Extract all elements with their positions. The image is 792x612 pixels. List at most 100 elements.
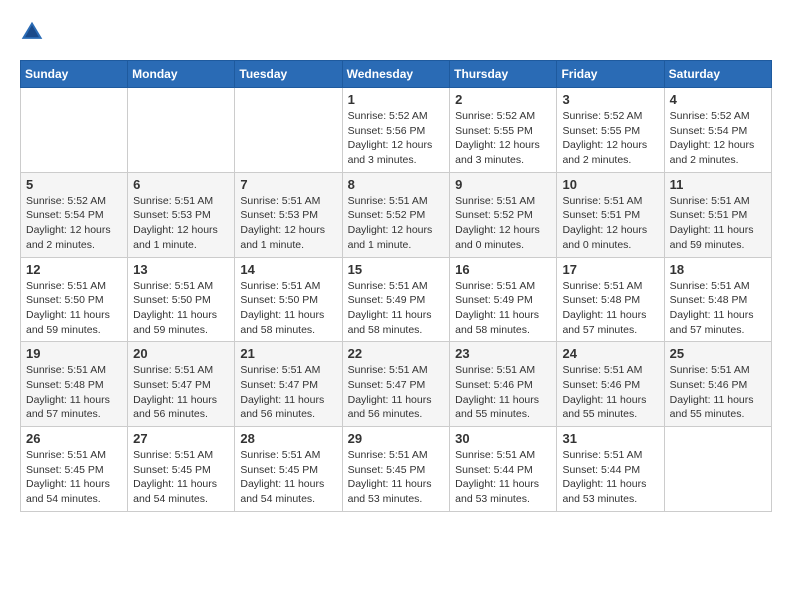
calendar-cell: 31Sunrise: 5:51 AM Sunset: 5:44 PM Dayli… — [557, 427, 664, 512]
cell-daylight-info: Sunrise: 5:52 AM Sunset: 5:56 PM Dayligh… — [348, 109, 445, 168]
day-number: 3 — [562, 92, 658, 107]
logo-icon — [20, 20, 44, 44]
calendar-cell: 3 Sunrise: 5:52 AM Sunset: 5:55 PM Daylig… — [557, 88, 664, 173]
cell-daylight-info: Sunrise: 5:52 AM Sunset: 5:55 PM Dayligh… — [562, 109, 658, 168]
cell-daylight-info: Sunrise: 5:51 AM Sunset: 5:45 PM Dayligh… — [348, 448, 445, 507]
calendar-cell: 5Sunrise: 5:52 AM Sunset: 5:54 PM Daylig… — [21, 172, 128, 257]
calendar-header-row: SundayMondayTuesdayWednesdayThursdayFrid… — [21, 61, 772, 88]
calendar-cell: 19 Sunrise: 5:51 AM Sunset: 5:48 PM Dayli… — [21, 342, 128, 427]
cell-daylight-info: Sunrise: 5:51 AM Sunset: 5:49 PM Dayligh… — [455, 279, 551, 338]
calendar-cell: 29 Sunrise: 5:51 AM Sunset: 5:45 PM Dayli… — [342, 427, 450, 512]
day-number: 8 — [348, 177, 445, 192]
day-number: 23 — [455, 346, 551, 361]
weekday-header: Thursday — [450, 61, 557, 88]
day-number: 22 — [348, 346, 445, 361]
day-number: 25 — [670, 346, 766, 361]
calendar-cell: 15 Sunrise: 5:51 AM Sunset: 5:49 PM Dayli… — [342, 257, 450, 342]
cell-daylight-info: Sunrise: 5:51 AM Sunset: 5:48 PM Dayligh… — [26, 363, 122, 422]
cell-daylight-info: Sunrise: 5:51 AM Sunset: 5:50 PM Dayligh… — [26, 279, 122, 338]
cell-daylight-info: Sunrise: 5:51 AM Sunset: 5:46 PM Dayligh… — [562, 363, 658, 422]
day-number: 24 — [562, 346, 658, 361]
cell-daylight-info: Sunrise: 5:52 AM Sunset: 5:54 PM Dayligh… — [26, 194, 122, 253]
cell-daylight-info: Sunrise: 5:51 AM Sunset: 5:52 PM Dayligh… — [455, 194, 551, 253]
day-number: 29 — [348, 431, 445, 446]
calendar-week-row: 5Sunrise: 5:52 AM Sunset: 5:54 PM Daylig… — [21, 172, 772, 257]
cell-daylight-info: Sunrise: 5:51 AM Sunset: 5:47 PM Dayligh… — [348, 363, 445, 422]
calendar-cell: 14 Sunrise: 5:51 AM Sunset: 5:50 PM Dayli… — [235, 257, 342, 342]
day-number: 17 — [562, 262, 658, 277]
calendar-cell: 9 Sunrise: 5:51 AM Sunset: 5:52 PM Daylig… — [450, 172, 557, 257]
cell-daylight-info: Sunrise: 5:51 AM Sunset: 5:45 PM Dayligh… — [133, 448, 229, 507]
cell-daylight-info: Sunrise: 5:51 AM Sunset: 5:51 PM Dayligh… — [562, 194, 658, 253]
weekday-header: Saturday — [664, 61, 771, 88]
calendar-table: SundayMondayTuesdayWednesdayThursdayFrid… — [20, 60, 772, 512]
day-number: 4 — [670, 92, 766, 107]
calendar-cell: 20 Sunrise: 5:51 AM Sunset: 5:47 PM Dayli… — [128, 342, 235, 427]
day-number: 11 — [670, 177, 766, 192]
cell-daylight-info: Sunrise: 5:51 AM Sunset: 5:44 PM Dayligh… — [455, 448, 551, 507]
cell-daylight-info: Sunrise: 5:51 AM Sunset: 5:48 PM Dayligh… — [562, 279, 658, 338]
day-number: 21 — [240, 346, 336, 361]
calendar-cell — [21, 88, 128, 173]
calendar-cell: 30 Sunrise: 5:51 AM Sunset: 5:44 PM Dayli… — [450, 427, 557, 512]
day-number: 27 — [133, 431, 229, 446]
cell-daylight-info: Sunrise: 5:51 AM Sunset: 5:48 PM Dayligh… — [670, 279, 766, 338]
logo — [20, 20, 48, 44]
calendar-cell: 22 Sunrise: 5:51 AM Sunset: 5:47 PM Dayli… — [342, 342, 450, 427]
day-number: 16 — [455, 262, 551, 277]
cell-daylight-info: Sunrise: 5:51 AM Sunset: 5:52 PM Dayligh… — [348, 194, 445, 253]
day-number: 13 — [133, 262, 229, 277]
calendar-cell: 7 Sunrise: 5:51 AM Sunset: 5:53 PM Daylig… — [235, 172, 342, 257]
calendar-cell: 10 Sunrise: 5:51 AM Sunset: 5:51 PM Dayli… — [557, 172, 664, 257]
day-number: 20 — [133, 346, 229, 361]
day-number: 28 — [240, 431, 336, 446]
calendar-cell: 17 Sunrise: 5:51 AM Sunset: 5:48 PM Dayli… — [557, 257, 664, 342]
day-number: 2 — [455, 92, 551, 107]
day-number: 19 — [26, 346, 122, 361]
calendar-cell: 21 Sunrise: 5:51 AM Sunset: 5:47 PM Dayli… — [235, 342, 342, 427]
day-number: 15 — [348, 262, 445, 277]
cell-daylight-info: Sunrise: 5:52 AM Sunset: 5:54 PM Dayligh… — [670, 109, 766, 168]
day-number: 7 — [240, 177, 336, 192]
cell-daylight-info: Sunrise: 5:51 AM Sunset: 5:46 PM Dayligh… — [455, 363, 551, 422]
weekday-header: Friday — [557, 61, 664, 88]
calendar-cell: 8 Sunrise: 5:51 AM Sunset: 5:52 PM Daylig… — [342, 172, 450, 257]
day-number: 18 — [670, 262, 766, 277]
calendar-cell: 28 Sunrise: 5:51 AM Sunset: 5:45 PM Dayli… — [235, 427, 342, 512]
day-number: 1 — [348, 92, 445, 107]
cell-daylight-info: Sunrise: 5:51 AM Sunset: 5:49 PM Dayligh… — [348, 279, 445, 338]
day-number: 14 — [240, 262, 336, 277]
calendar-cell: 11 Sunrise: 5:51 AM Sunset: 5:51 PM Dayli… — [664, 172, 771, 257]
calendar-cell: 26Sunrise: 5:51 AM Sunset: 5:45 PM Dayli… — [21, 427, 128, 512]
cell-daylight-info: Sunrise: 5:51 AM Sunset: 5:47 PM Dayligh… — [133, 363, 229, 422]
calendar-cell: 2Sunrise: 5:52 AM Sunset: 5:55 PM Daylig… — [450, 88, 557, 173]
calendar-cell — [128, 88, 235, 173]
cell-daylight-info: Sunrise: 5:51 AM Sunset: 5:45 PM Dayligh… — [240, 448, 336, 507]
cell-daylight-info: Sunrise: 5:51 AM Sunset: 5:50 PM Dayligh… — [240, 279, 336, 338]
cell-daylight-info: Sunrise: 5:51 AM Sunset: 5:53 PM Dayligh… — [240, 194, 336, 253]
calendar-cell: 6 Sunrise: 5:51 AM Sunset: 5:53 PM Daylig… — [128, 172, 235, 257]
cell-daylight-info: Sunrise: 5:51 AM Sunset: 5:46 PM Dayligh… — [670, 363, 766, 422]
weekday-header: Sunday — [21, 61, 128, 88]
calendar-cell: 1 Sunrise: 5:52 AM Sunset: 5:56 PM Daylig… — [342, 88, 450, 173]
cell-daylight-info: Sunrise: 5:51 AM Sunset: 5:53 PM Dayligh… — [133, 194, 229, 253]
day-number: 6 — [133, 177, 229, 192]
weekday-header: Wednesday — [342, 61, 450, 88]
calendar-cell: 16 Sunrise: 5:51 AM Sunset: 5:49 PM Dayli… — [450, 257, 557, 342]
calendar-week-row: 19 Sunrise: 5:51 AM Sunset: 5:48 PM Dayli… — [21, 342, 772, 427]
calendar-cell: 23 Sunrise: 5:51 AM Sunset: 5:46 PM Dayli… — [450, 342, 557, 427]
cell-daylight-info: Sunrise: 5:51 AM Sunset: 5:47 PM Dayligh… — [240, 363, 336, 422]
page-header — [20, 20, 772, 44]
calendar-cell — [235, 88, 342, 173]
calendar-cell — [664, 427, 771, 512]
cell-daylight-info: Sunrise: 5:51 AM Sunset: 5:51 PM Dayligh… — [670, 194, 766, 253]
day-number: 10 — [562, 177, 658, 192]
day-number: 9 — [455, 177, 551, 192]
calendar-cell: 13Sunrise: 5:51 AM Sunset: 5:50 PM Dayli… — [128, 257, 235, 342]
calendar-week-row: 1 Sunrise: 5:52 AM Sunset: 5:56 PM Daylig… — [21, 88, 772, 173]
calendar-week-row: 12Sunrise: 5:51 AM Sunset: 5:50 PM Dayli… — [21, 257, 772, 342]
day-number: 30 — [455, 431, 551, 446]
day-number: 26 — [26, 431, 122, 446]
cell-daylight-info: Sunrise: 5:51 AM Sunset: 5:44 PM Dayligh… — [562, 448, 658, 507]
calendar-cell: 18 Sunrise: 5:51 AM Sunset: 5:48 PM Dayli… — [664, 257, 771, 342]
